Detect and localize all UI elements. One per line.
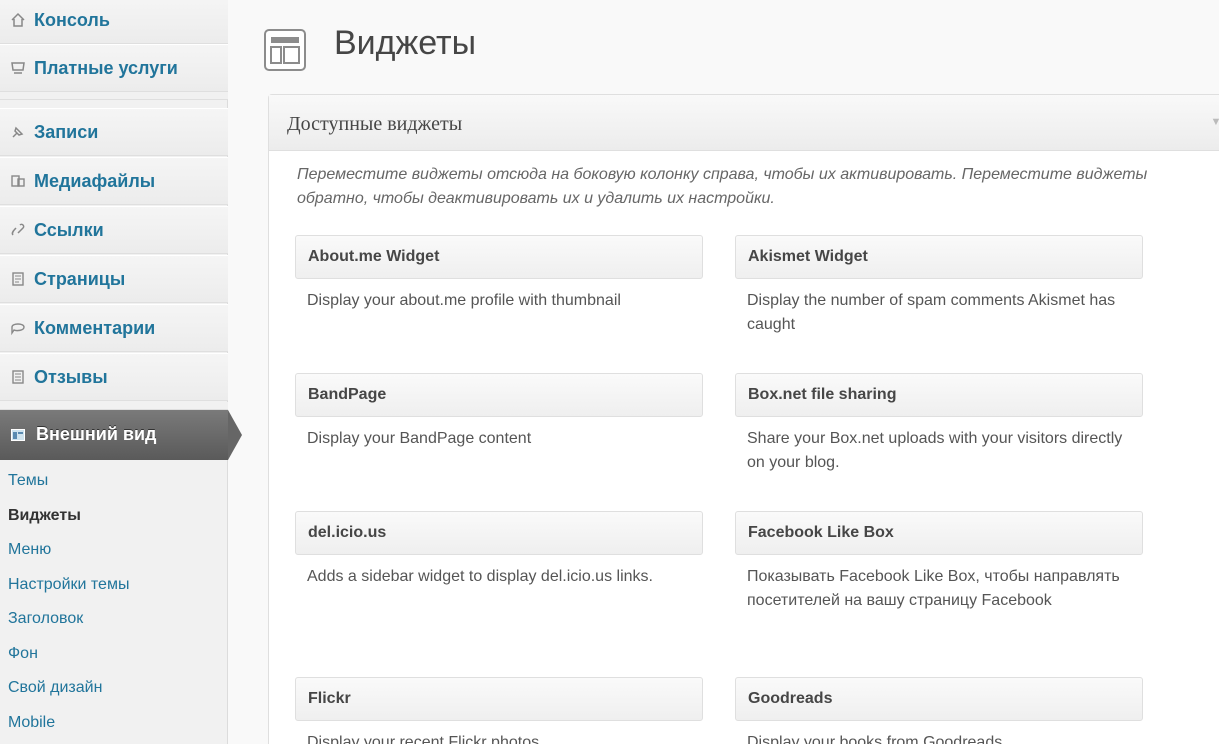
widget-description: Display your recent Flickr photos. — [307, 734, 544, 744]
available-widgets-panel: Доступные виджеты ▼ Переместите виджеты … — [268, 94, 1219, 744]
widget-handle[interactable]: del.icio.us — [295, 511, 703, 555]
widget-description: Показывать Facebook Like Box, чтобы напр… — [747, 568, 1120, 609]
store-icon — [8, 58, 28, 78]
widget-item[interactable]: del.icio.us Adds a sidebar widget to dis… — [295, 511, 703, 589]
menu-item-label: Страницы — [34, 268, 126, 289]
widget-title: del.icio.us — [308, 524, 387, 541]
widget-item[interactable]: Akismet Widget Display the number of spa… — [735, 235, 1143, 337]
widget-item[interactable]: BandPage Display your BandPage content — [295, 373, 703, 451]
menu-item-pages[interactable]: Страницы — [0, 255, 228, 303]
widget-handle[interactable]: About.me Widget — [295, 235, 703, 279]
collapse-toggle-icon[interactable]: ▼ — [1209, 115, 1219, 129]
widget-item[interactable]: Facebook Like Box Показывать Facebook Li… — [735, 511, 1143, 613]
widget-description: Display your about.me profile with thumb… — [307, 292, 621, 309]
pages-icon — [8, 269, 28, 289]
menu-item-label: Отзывы — [34, 366, 108, 387]
submenu-theme-options[interactable]: Настройки темы — [0, 568, 228, 603]
menu-item-feedback[interactable]: Отзывы — [0, 353, 228, 401]
menu-item-label: Ссылки — [34, 219, 104, 240]
active-menu-arrow — [228, 410, 242, 460]
widget-title: Akismet Widget — [748, 248, 868, 265]
widget-handle[interactable]: Goodreads — [735, 677, 1143, 721]
widget-description: Display the number of spam comments Akis… — [747, 292, 1116, 333]
menu-item-label: Комментарии — [34, 317, 156, 338]
submenu-mobile[interactable]: Mobile — [0, 706, 228, 741]
panel-title: Доступные виджеты — [287, 113, 463, 135]
submenu-custom-design[interactable]: Свой дизайн — [0, 671, 228, 706]
widget-handle[interactable]: Facebook Like Box — [735, 511, 1143, 555]
widget-item[interactable]: Flickr Display your recent Flickr photos… — [295, 677, 703, 744]
submenu-themes[interactable]: Темы — [0, 464, 228, 499]
admin-sidebar: Консоль Платные услуги Записи Медиафайлы — [0, 0, 242, 744]
page-title: Виджеты — [334, 24, 477, 62]
widget-title: About.me Widget — [308, 248, 440, 265]
menu-item-paid-services[interactable]: Платные услуги — [0, 44, 228, 92]
menu-item-label: Внешний вид — [36, 424, 157, 444]
widget-item[interactable]: About.me Widget Display your about.me pr… — [295, 235, 703, 313]
widget-description: Display your books from Goodreads — [747, 734, 1003, 744]
widget-description: Share your Box.net uploads with your vis… — [747, 430, 1123, 471]
menu-item-label: Медиафайлы — [34, 170, 156, 191]
submenu-header[interactable]: Заголовок — [0, 602, 228, 637]
widget-handle[interactable]: Box.net file sharing — [735, 373, 1143, 417]
wp-admin-screen: Консоль Платные услуги Записи Медиафайлы — [0, 0, 1219, 744]
menu-item-links[interactable]: Ссылки — [0, 206, 228, 254]
appearance-submenu: Темы Виджеты Меню Настройки темы Заголов… — [0, 464, 228, 740]
menu-item-appearance[interactable]: Внешний вид — [0, 410, 242, 460]
menu-item-dashboard[interactable]: Консоль — [0, 0, 228, 44]
menu-item-media[interactable]: Медиафайлы — [0, 157, 228, 205]
feedback-icon — [8, 367, 28, 387]
comments-icon — [8, 318, 28, 338]
widget-title: Goodreads — [748, 690, 833, 707]
panel-header[interactable]: Доступные виджеты ▼ — [269, 95, 1219, 151]
menu-item-label: Записи — [34, 121, 99, 142]
widget-handle[interactable]: Flickr — [295, 677, 703, 721]
submenu-background[interactable]: Фон — [0, 637, 228, 672]
widget-title: BandPage — [308, 386, 387, 403]
media-icon — [8, 171, 28, 191]
menu-item-label: Консоль — [34, 9, 110, 30]
widget-description: Adds a sidebar widget to display del.ici… — [307, 568, 653, 585]
submenu-widgets[interactable]: Виджеты — [0, 499, 228, 534]
widget-item[interactable]: Box.net file sharing Share your Box.net … — [735, 373, 1143, 475]
submenu-menus[interactable]: Меню — [0, 533, 228, 568]
panel-description: Переместите виджеты отсюда на боковую ко… — [297, 166, 1148, 207]
widget-title: Flickr — [308, 690, 351, 707]
links-icon — [8, 220, 28, 240]
posts-pin-icon — [8, 122, 28, 142]
menu-item-label: Платные услуги — [34, 57, 178, 78]
widgets-page-icon — [263, 28, 307, 72]
menu-separator — [0, 92, 228, 100]
widget-description: Display your BandPage content — [307, 430, 532, 447]
widget-item[interactable]: Goodreads Display your books from Goodre… — [735, 677, 1143, 744]
menu-separator — [0, 402, 228, 410]
menu-item-comments[interactable]: Комментарии — [0, 304, 228, 352]
widget-handle[interactable]: BandPage — [295, 373, 703, 417]
menu-item-posts[interactable]: Записи — [0, 108, 228, 156]
appearance-icon — [8, 425, 28, 445]
widget-title: Box.net file sharing — [748, 386, 897, 403]
dashboard-icon — [8, 10, 28, 30]
widget-title: Facebook Like Box — [748, 524, 894, 541]
widget-handle[interactable]: Akismet Widget — [735, 235, 1143, 279]
